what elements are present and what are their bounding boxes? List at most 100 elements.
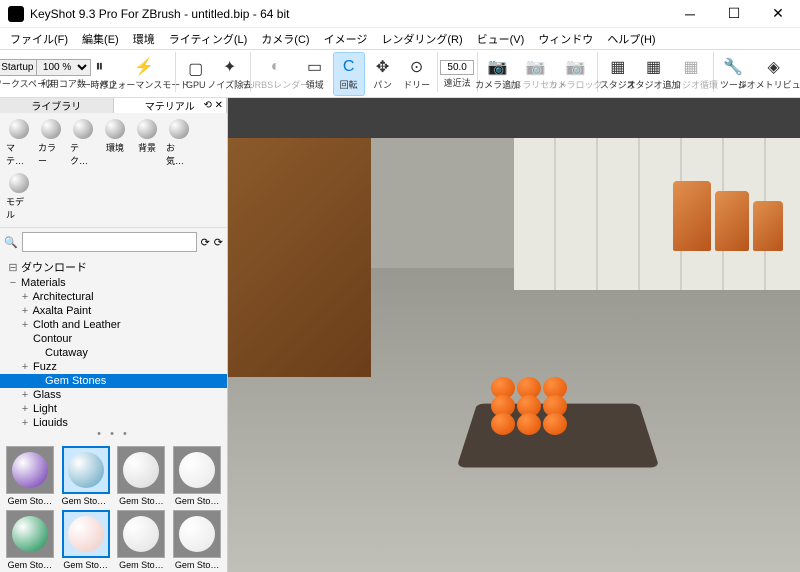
- material-thumb[interactable]: Gem Sto…: [4, 446, 56, 506]
- sidebar-category-button[interactable]: モデル: [4, 171, 34, 223]
- tree-label: Gem Stones: [42, 375, 106, 387]
- category-label: 環境: [106, 141, 124, 154]
- tree-item[interactable]: + Fuzz: [0, 360, 227, 374]
- tree-expander-icon[interactable]: +: [20, 417, 30, 426]
- tree-item[interactable]: + Liquids: [0, 416, 227, 426]
- sidebar-category-button[interactable]: テク…: [68, 117, 98, 169]
- toolbar: Startupワークスペース100 %利用コア数⏸一時停止⚡パフォーマンスモード…: [0, 50, 800, 98]
- tree-item[interactable]: + Architectural: [0, 290, 227, 304]
- sidebar-category-button[interactable]: 背景: [132, 117, 162, 169]
- material-thumb[interactable]: Gem Sto…: [171, 446, 223, 506]
- maximize-button[interactable]: ☐: [712, 0, 756, 28]
- menu-item[interactable]: ライティング(L): [163, 29, 254, 49]
- material-thumb[interactable]: Gem Sto…: [60, 510, 112, 570]
- material-thumb[interactable]: Gem Sto…: [116, 510, 168, 570]
- search-icon: 🔍: [4, 236, 18, 249]
- toolbar-icon: ✥: [373, 57, 393, 77]
- render-viewport[interactable]: [228, 98, 800, 572]
- sidebar: ライブラリ マテリアル ⟲ ✕ マテ…カラーテク…環境背景お気…モデル 🔍 ⟳ …: [0, 98, 228, 572]
- toolbar-numeric[interactable]: 50.0: [440, 60, 473, 75]
- canister: [715, 191, 749, 251]
- sidebar-category-button[interactable]: マテ…: [4, 117, 34, 169]
- tree-item[interactable]: Contour: [0, 332, 227, 346]
- toolbar-button[interactable]: C回転: [333, 52, 365, 96]
- toolbar-button[interactable]: ◈ジオメトリビュー: [751, 52, 796, 96]
- tree-expander-icon[interactable]: +: [20, 403, 30, 415]
- sidebar-category-button[interactable]: カラー: [36, 117, 66, 169]
- toolbar-icon: 🔧: [723, 57, 743, 77]
- menu-item[interactable]: カメラ(C): [255, 29, 315, 49]
- menu-item[interactable]: 環境: [127, 29, 161, 49]
- tree-expander-icon[interactable]: +: [20, 305, 30, 317]
- sidebar-category-button[interactable]: 環境: [100, 117, 130, 169]
- search-input[interactable]: [22, 232, 197, 252]
- sidebar-pin-icon[interactable]: ⟲ ✕: [203, 100, 223, 111]
- toolbar-button[interactable]: 50.0遠近法: [441, 52, 473, 96]
- thumb-label: Gem Ston…: [62, 496, 110, 506]
- minimize-button[interactable]: ─: [668, 0, 712, 28]
- material-thumb[interactable]: Gem Ston…: [60, 446, 112, 506]
- category-icon: [105, 119, 125, 139]
- tree-label: ダウンロード: [18, 262, 87, 274]
- tree-label: Materials: [18, 277, 66, 289]
- thumb-label: Gem Sto…: [8, 496, 53, 506]
- menu-item[interactable]: レンダリング(R): [375, 29, 468, 49]
- menu-item[interactable]: ヘルプ(H): [601, 29, 661, 49]
- tree-item[interactable]: + Axalta Paint: [0, 304, 227, 318]
- toolbar-icon: 📷: [488, 57, 508, 77]
- toolbar-button: 📷カメラロック: [558, 52, 594, 96]
- menu-item[interactable]: ウィンドウ: [532, 29, 599, 49]
- thumb-image: [173, 510, 221, 558]
- toolbar-button[interactable]: ✥パン: [367, 52, 399, 96]
- toolbar-label: 利用コア数: [41, 77, 86, 90]
- thumb-label: Gem Sto…: [119, 560, 164, 570]
- tree-item[interactable]: − Materials: [0, 276, 227, 290]
- menu-item[interactable]: ビュー(V): [471, 29, 531, 49]
- tree-expander-icon[interactable]: −: [8, 277, 18, 289]
- material-sphere-icon: [123, 452, 159, 488]
- tree-expander-icon[interactable]: +: [20, 361, 30, 373]
- tab-library[interactable]: ライブラリ: [0, 98, 114, 113]
- tree-expander-icon[interactable]: +: [20, 389, 30, 401]
- material-thumb[interactable]: Gem Sto…: [116, 446, 168, 506]
- category-label: お気…: [166, 141, 192, 167]
- splitter-handle[interactable]: • • •: [0, 426, 227, 442]
- thumb-image: [117, 446, 165, 494]
- menu-item[interactable]: 編集(E): [76, 29, 125, 49]
- material-sphere-icon: [12, 516, 48, 552]
- menu-item[interactable]: イメージ: [318, 29, 374, 49]
- tree-item[interactable]: + Glass: [0, 388, 227, 402]
- toolbar-icon: ▭: [305, 57, 325, 77]
- material-tree: ⊟ ダウンロード− Materials+ Architectural+ Axal…: [0, 256, 227, 426]
- tree-expander-icon[interactable]: +: [20, 291, 30, 303]
- tree-label: Cloth and Leather: [30, 319, 121, 331]
- thumb-label: Gem Sto…: [175, 496, 220, 506]
- close-button[interactable]: ✕: [756, 0, 800, 28]
- tree-item[interactable]: Cutaway: [0, 346, 227, 360]
- material-thumb[interactable]: Gem Sto…: [171, 510, 223, 570]
- category-label: カラー: [38, 141, 64, 167]
- material-sphere-icon: [12, 452, 48, 488]
- tree-expander-icon[interactable]: ⊟: [8, 261, 18, 274]
- thumb-image: [62, 446, 110, 494]
- material-thumb[interactable]: Gem Sto…: [4, 510, 56, 570]
- toolbar-button[interactable]: ⚡パフォーマンスモード: [117, 52, 171, 96]
- tree-expander-icon[interactable]: +: [20, 319, 30, 331]
- toolbar-button[interactable]: ⊙ドリー: [401, 52, 433, 96]
- tree-label: Liquids: [30, 417, 68, 426]
- tree-item[interactable]: + Cloth and Leather: [0, 318, 227, 332]
- settings-icon[interactable]: ⟳: [214, 236, 223, 249]
- menu-item[interactable]: ファイル(F): [4, 29, 74, 49]
- tree-item[interactable]: Gem Stones: [0, 374, 227, 388]
- toolbar-button[interactable]: 100 %利用コア数: [45, 52, 81, 96]
- skewer: [543, 381, 567, 435]
- category-icon: [73, 119, 93, 139]
- tree-item[interactable]: ⊟ ダウンロード: [0, 258, 227, 276]
- tree-label: Architectural: [30, 291, 94, 303]
- tree-label: Contour: [30, 333, 72, 345]
- sidebar-category-button[interactable]: お気…: [164, 117, 194, 169]
- category-icon: [169, 119, 189, 139]
- filter-icon[interactable]: ⟳: [201, 236, 210, 249]
- thumb-label: Gem Sto…: [119, 496, 164, 506]
- tree-item[interactable]: + Light: [0, 402, 227, 416]
